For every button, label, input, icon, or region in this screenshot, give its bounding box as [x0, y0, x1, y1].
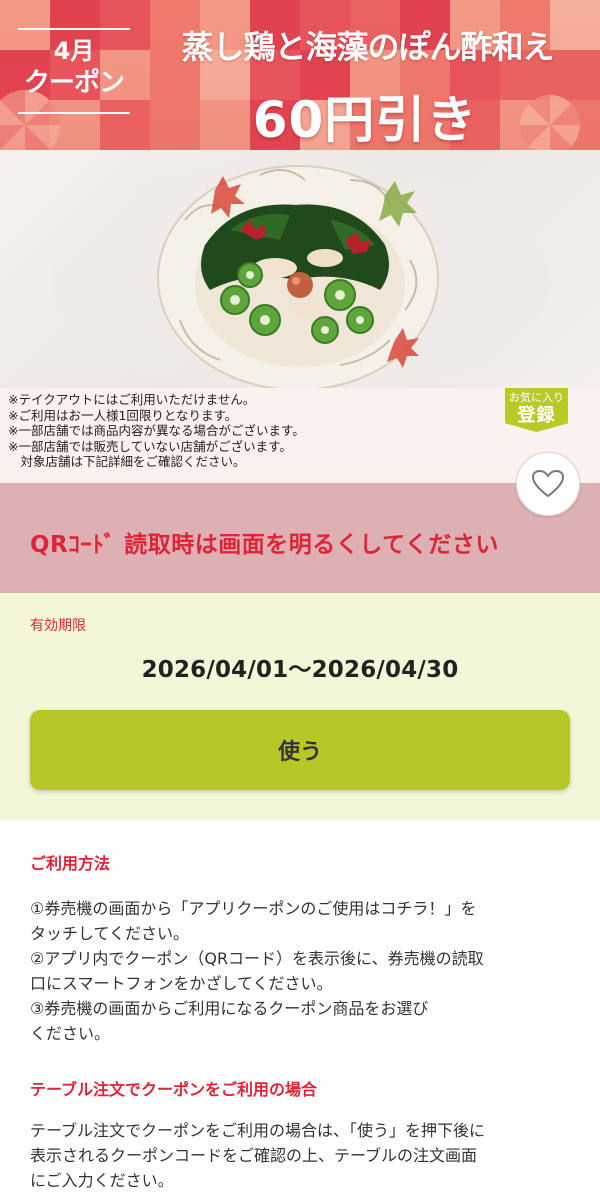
product-photo	[0, 150, 600, 388]
favorite-button[interactable]	[516, 452, 580, 516]
usage-step-line: ③券売機の画面からご利用になるクーポン商品をお選び	[30, 999, 429, 1018]
validity-section: 有効期限 2026/04/01～2026/04/30 使う	[0, 593, 600, 820]
note-item: ※一部店舗では商品内容が異なる場合がございます。	[8, 423, 305, 438]
favorite-register-badge: お気に入り 登録	[505, 388, 568, 432]
coupon-label: クーポン	[23, 68, 125, 98]
food-bowl-illustration	[50, 160, 550, 388]
note-item: 対象店舗は下記詳細をご確認ください。	[8, 454, 246, 469]
heart-icon	[531, 469, 565, 498]
usage-step-line: タッチしてください。	[30, 924, 190, 943]
validity-range: 2026/04/01～2026/04/30	[141, 657, 459, 683]
usage-step-line: 口にスマートフォンをかざしてください。	[30, 974, 333, 993]
table-order-line: テーブル注文でクーポンをご利用の場合は、「使う」を押下後に	[30, 1121, 486, 1140]
usage-step-line: ①券売機の画面から「アプリクーポンのご使用はコチラ！」を	[30, 899, 477, 918]
product-title: 蒸し鶏と海藻のぽん酢和え	[181, 28, 554, 66]
usage-step-line: ください。	[30, 1024, 111, 1043]
table-order-line: 表示されるクーポンコードをご確認の上、テーブルの注文画面	[30, 1146, 478, 1165]
use-button[interactable]: 使う	[30, 710, 570, 790]
usage-heading: ご利用方法	[30, 854, 111, 873]
month-coupon-label: 4月 クーポン	[18, 28, 130, 114]
table-order-line: にご入力ください。	[30, 1171, 174, 1190]
qr-notice-band: QRｺｰﾄﾞ 読取時は画面を明るくしてください	[0, 483, 600, 593]
favorite-badge-line2: 登録	[517, 405, 556, 426]
favorite-badge-line1: お気に入り	[509, 391, 564, 404]
month-label: 4月	[53, 37, 95, 65]
table-order-heading: テーブル注文でクーポンをご利用の場合	[30, 1080, 318, 1099]
usage-instructions: ご利用方法 ①券売機の画面から「アプリクーポンのご使用はコチラ！」を タッチして…	[30, 850, 575, 1193]
discount-amount: 60円引き	[252, 91, 478, 149]
coupon-banner: 4月 クーポン 蒸し鶏と海藻のぽん酢和え 60円引き	[0, 0, 600, 150]
validity-label: 有効期限	[30, 618, 86, 634]
coupon-notes: ※テイクアウトにはご利用いただけません。 ※ご利用はお一人様1回限りとなります。…	[0, 388, 600, 483]
usage-step-line: ②アプリ内でクーポン（QRコード）を表示後に、券売機の読取	[30, 949, 484, 968]
note-item: ※一部店舗では販売していない店舗がございます。	[8, 438, 292, 454]
qr-notice-text: QRｺｰﾄﾞ 読取時は画面を明るくしてください	[30, 532, 499, 558]
